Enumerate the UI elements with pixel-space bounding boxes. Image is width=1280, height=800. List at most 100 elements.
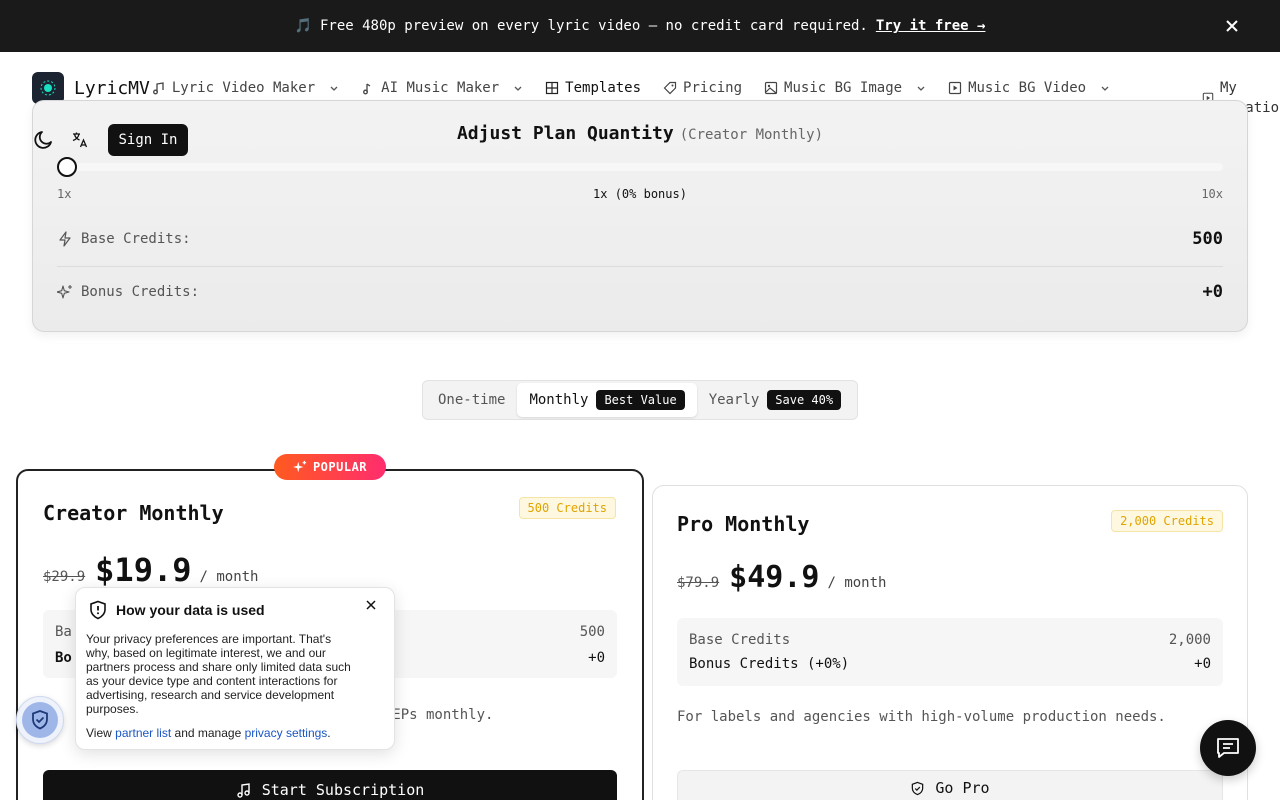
toggle-one-time[interactable]: One-time (426, 383, 517, 417)
old-price: $79.9 (677, 575, 720, 591)
nav-label: Lyric Video Maker (171, 80, 316, 96)
plan-name: Pro Monthly (677, 512, 810, 536)
privacy-settings-button[interactable] (16, 696, 64, 744)
toggle-label: Monthly (529, 392, 589, 408)
try-free-link[interactable]: Try it free → (876, 18, 986, 34)
privacy-body: Your privacy preferences are important. … (86, 632, 351, 716)
go-pro-button[interactable]: Go Pro (677, 770, 1223, 800)
base-credits-value: 500 (579, 624, 605, 640)
base-credits-value: 500 (1192, 229, 1223, 249)
sparkles-icon (57, 284, 73, 300)
privacy-period: . (327, 726, 331, 740)
nav-ai-music-maker[interactable]: AI Music Maker (361, 80, 523, 96)
nav-music-bg-image[interactable]: Music BG Image (764, 80, 926, 96)
privacy-popup: How your data is used Your privacy prefe… (75, 587, 395, 750)
price: $49.9 (729, 560, 820, 595)
nav-label: Pricing (683, 80, 743, 96)
sign-in-button[interactable]: Sign In (108, 124, 188, 156)
base-credits-label: Base Credits: (81, 231, 191, 247)
quantity-slider-track[interactable] (67, 163, 1223, 171)
image-icon (764, 81, 778, 95)
lightning-icon (57, 231, 73, 247)
popular-label: POPULAR (312, 460, 368, 474)
chevron-down-icon (514, 86, 522, 91)
brand-name[interactable]: LyricMV (74, 78, 150, 99)
quantity-title-text: Adjust Plan Quantity (456, 123, 674, 144)
bonus-credits-label: Bonus Credits (+0%) (689, 656, 850, 672)
toggle-label: Yearly (708, 392, 760, 408)
privacy-header: How your data is used (88, 600, 265, 620)
play-square-icon (948, 81, 962, 95)
nav-label: Music BG Video (968, 80, 1087, 96)
toggle-monthly[interactable]: Monthly Best Value (517, 383, 697, 417)
partner-list-link[interactable]: partner list (115, 726, 171, 740)
bonus-credits-row: Bonus Credits: +0 (57, 282, 1223, 302)
toggle-label: One-time (438, 392, 506, 408)
privacy-settings-link[interactable]: privacy settings (245, 726, 328, 740)
base-credits-label: Base Credits (689, 632, 791, 648)
sparkles-icon (292, 460, 307, 473)
nav-label: AI Music Maker (381, 80, 500, 96)
nav-music-bg-video[interactable]: Music BG Video (948, 80, 1110, 96)
music-note-icon (237, 783, 250, 798)
privacy-title: How your data is used (116, 602, 265, 618)
shield-check-icon (22, 702, 58, 738)
music-note-icon (363, 83, 371, 95)
banner-emoji: 🎵 (294, 18, 312, 34)
base-credits-row: Base Credits: 500 (57, 229, 1223, 249)
quantity-title: Adjust Plan Quantity (Creator Monthly) (33, 123, 1247, 144)
plan-name: Creator Monthly (43, 501, 224, 525)
language-button[interactable] (68, 128, 92, 152)
nav-label: Templates (565, 80, 642, 96)
translate-icon (72, 132, 88, 148)
base-credits-value: 2,000 (1168, 632, 1211, 648)
start-subscription-button[interactable]: Start Subscription (43, 770, 617, 800)
price-period: / month (199, 569, 259, 585)
plan-quantity-card: Adjust Plan Quantity (Creator Monthly) 1x… (32, 100, 1248, 332)
bonus-credits-value: +0 (1194, 656, 1211, 672)
plan-card-pro: Pro Monthly 2,000 Credits $79.9 $49.9 / … (652, 485, 1248, 800)
announcement-banner: 🎵 Free 480p preview on every lyric video… (0, 0, 1280, 52)
shield-check-icon (912, 781, 924, 795)
credits-pill: 500 Credits (518, 497, 616, 519)
privacy-view-text: View (86, 726, 112, 740)
best-value-badge: Best Value (596, 390, 685, 410)
divider (57, 266, 1223, 267)
base-credits-line: Base Credits 2,000 (689, 632, 1211, 648)
close-icon[interactable] (364, 598, 378, 612)
theme-toggle-button[interactable] (32, 128, 56, 152)
close-icon[interactable] (1222, 16, 1242, 36)
credit-breakdown: Base Credits 2,000 Bonus Credits (+0%) +… (677, 618, 1223, 686)
old-price: $29.9 (43, 569, 86, 585)
base-credits-label: Ba (55, 624, 72, 640)
price: $19.9 (95, 551, 192, 589)
price-row: $79.9 $49.9 / month (677, 560, 886, 595)
quantity-subtitle: (Creator Monthly) (679, 127, 824, 143)
toggle-yearly[interactable]: Yearly Save 40% (697, 383, 853, 417)
privacy-manage-text: and manage (174, 726, 242, 740)
credits-pill: 2,000 Credits (1111, 510, 1223, 532)
popular-badge: POPULAR (274, 454, 386, 480)
floating-tools: Sign In (32, 124, 188, 156)
chevron-down-icon (1101, 86, 1109, 91)
chevron-down-icon (917, 86, 925, 91)
slider-current-label: 1x (0% bonus) (593, 187, 687, 201)
bonus-credits-value: +0 (1202, 282, 1223, 302)
chat-icon (1217, 738, 1239, 758)
shield-alert-icon (90, 600, 106, 620)
nav-templates[interactable]: Templates (545, 80, 641, 96)
chevron-down-icon (330, 86, 338, 91)
music-note-icon (152, 82, 164, 95)
save-badge: Save 40% (767, 390, 842, 410)
bonus-credits-label: Bo (55, 650, 72, 666)
quantity-slider-handle[interactable] (57, 157, 77, 177)
nav-pricing[interactable]: Pricing (663, 80, 742, 96)
chat-support-button[interactable] (1200, 720, 1256, 776)
nav-lyric-video-maker[interactable]: Lyric Video Maker (152, 80, 339, 96)
tag-icon (663, 81, 677, 95)
button-label: Start Subscription (261, 781, 425, 799)
button-label: Go Pro (935, 779, 990, 797)
moon-icon (34, 131, 52, 149)
privacy-links: View partner list and manage privacy set… (86, 726, 331, 740)
grid-icon (546, 81, 559, 95)
